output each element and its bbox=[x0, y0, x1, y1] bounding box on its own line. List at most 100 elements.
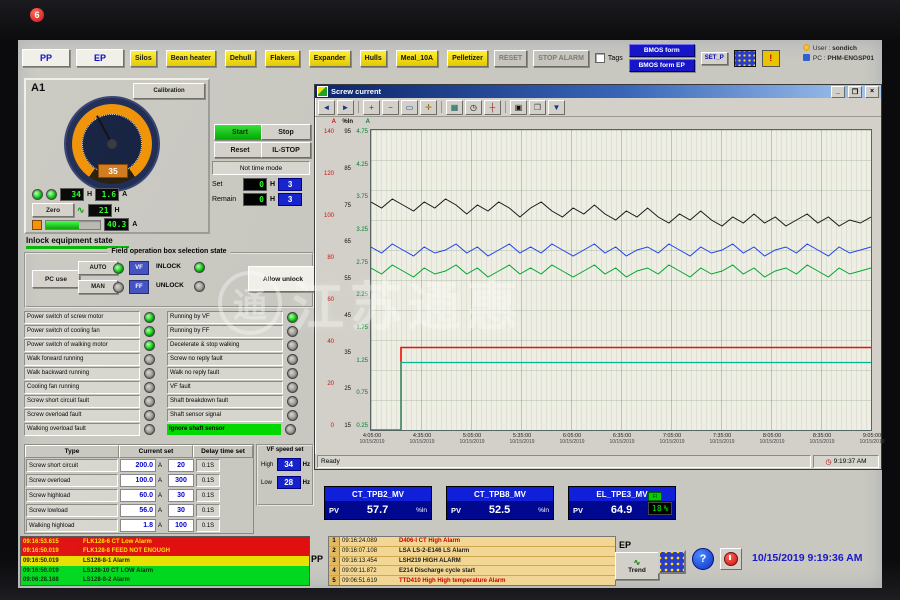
delay-set-field[interactable]: 30 bbox=[168, 504, 194, 517]
status-led bbox=[285, 424, 296, 435]
set-label: Set bbox=[212, 181, 240, 188]
ff-chip[interactable]: FF bbox=[129, 280, 149, 294]
zoom-out-icon[interactable]: − bbox=[382, 100, 399, 115]
grid-icon[interactable]: ▦ bbox=[446, 100, 463, 115]
nav-button-flakers[interactable]: Flakers bbox=[265, 50, 300, 67]
delay-unit-field: 0.1S bbox=[196, 504, 220, 517]
close-icon[interactable]: × bbox=[865, 86, 879, 98]
pc-use-button[interactable]: PC use bbox=[32, 270, 80, 288]
alarm-row[interactable]: 509:06:51.619TTD410 High High temperatur… bbox=[329, 576, 615, 585]
load-slider[interactable] bbox=[45, 220, 101, 230]
set-p-button[interactable]: SET_P bbox=[701, 52, 728, 65]
alarm-row[interactable]: 09:06:28.188LS128-8-2 Alarm bbox=[21, 575, 309, 585]
zoom-box-icon[interactable]: ▭ bbox=[401, 100, 418, 115]
trend-titlebar[interactable]: Screw current _ ❐ × bbox=[315, 85, 881, 98]
bmos-form-ep-button[interactable]: BMOS form EP bbox=[629, 59, 695, 72]
tags-checkbox[interactable] bbox=[595, 53, 605, 63]
stop-alarm-button[interactable]: STOP ALARM bbox=[533, 50, 589, 67]
alarm-list-ep[interactable]: 109:16:24.089D406-I CT High Alarm209:16:… bbox=[328, 536, 616, 586]
power-button[interactable] bbox=[720, 548, 742, 570]
pan-icon[interactable]: ✛ bbox=[420, 100, 437, 115]
x-axis-label: 4:05:0010/15/2019 bbox=[350, 433, 394, 445]
time-range-icon[interactable]: ◷ bbox=[465, 100, 482, 115]
keypad-icon[interactable] bbox=[734, 50, 756, 67]
man-button[interactable]: MAN bbox=[78, 280, 118, 294]
current-unit: A bbox=[158, 478, 166, 484]
pp-nav-button[interactable]: PP bbox=[22, 49, 70, 67]
ignore-shaft-sensor-button[interactable]: Ignore shaft sensor bbox=[167, 424, 281, 435]
limits-table: Type Current set Delay time set Screw sh… bbox=[24, 444, 254, 534]
stop-button[interactable]: Stop bbox=[261, 124, 311, 140]
current-set-field[interactable]: 60.0 bbox=[120, 489, 156, 502]
vf-high-field[interactable]: 34 bbox=[277, 458, 301, 471]
pv-label: PV bbox=[573, 506, 583, 515]
alarm-row[interactable]: 109:16:24.089D406-I CT High Alarm bbox=[329, 537, 615, 547]
set-minutes-field[interactable]: 3 bbox=[278, 178, 302, 191]
delay-set-field[interactable]: 30 bbox=[168, 489, 194, 502]
alarm-row[interactable]: 09:16:50.019LS128-8-1 Alarm bbox=[21, 556, 309, 566]
calibration-button[interactable]: Calibration bbox=[133, 83, 205, 99]
minimize-icon[interactable]: _ bbox=[831, 86, 845, 98]
help-icon[interactable]: ? bbox=[692, 548, 714, 570]
maximize-icon[interactable]: ❐ bbox=[848, 86, 862, 98]
set-hours-field[interactable]: 0 bbox=[243, 178, 267, 191]
axis-tick: 1.75 bbox=[356, 325, 368, 331]
status-row: Walk forward runningScrew no reply fault bbox=[24, 352, 312, 366]
status-label: Power switch of cooling fan bbox=[24, 325, 140, 338]
current-set-field[interactable]: 100.0 bbox=[120, 474, 156, 487]
cursor-icon[interactable]: ┼ bbox=[484, 100, 501, 115]
auto-button[interactable]: AUTO bbox=[78, 261, 118, 275]
nav-button-meal-10a[interactable]: Meal_10A bbox=[396, 50, 438, 67]
alarm-list-pp[interactable]: 09:16:53.615FLK128-6 CT Low Alarm09:16:5… bbox=[20, 536, 310, 586]
reset-button[interactable]: Reset bbox=[214, 142, 266, 158]
screen: PP EP Silos Bean heater Dehull Flakers Expan… bbox=[18, 40, 882, 588]
nav-button-pelletizer[interactable]: Pelletizer bbox=[447, 50, 488, 67]
alarm-row[interactable]: 09:16:53.615FLK128-6 CT Low Alarm bbox=[21, 537, 309, 547]
scroll-left-icon[interactable]: ◄ bbox=[318, 100, 335, 115]
zero-button[interactable]: Zero bbox=[32, 203, 74, 217]
pv-value: 57.7 bbox=[342, 504, 413, 516]
nav-button-expander[interactable]: Expander bbox=[309, 50, 351, 67]
reset-toolbar-button[interactable]: RESET bbox=[494, 50, 527, 67]
alarm-row[interactable]: 209:16:07.108LSA LS-2-E146 LS Alarm bbox=[329, 547, 615, 557]
print-icon[interactable]: ▣ bbox=[510, 100, 527, 115]
alarm-number: 1 bbox=[329, 537, 340, 546]
nav-button-dehull[interactable]: Dehull bbox=[225, 50, 256, 67]
nav-button-bean-heater[interactable]: Bean heater bbox=[166, 50, 216, 67]
alarm-row[interactable]: 09:16:50.019LS128-10 CT LOW Alarm bbox=[21, 566, 309, 576]
current-set-field[interactable]: 56.0 bbox=[120, 504, 156, 517]
time-mode-display: Not time mode bbox=[212, 161, 310, 175]
pv-body: PV57.7%ln bbox=[325, 501, 431, 519]
allow-unlock-button[interactable]: Allow unlock bbox=[248, 266, 318, 292]
delay-set-field[interactable]: 300 bbox=[168, 474, 194, 487]
trend-plot[interactable] bbox=[370, 129, 872, 431]
x-date: 10/15/2019 bbox=[400, 439, 444, 445]
current-set-field[interactable]: 200.0 bbox=[120, 459, 156, 472]
alarm-icon[interactable]: ! bbox=[762, 50, 780, 67]
x-date: 10/15/2019 bbox=[650, 439, 694, 445]
vf-low-field[interactable]: 28 bbox=[277, 476, 301, 489]
current-set-field[interactable]: 1.8 bbox=[120, 519, 156, 532]
axis-tick: 0 bbox=[331, 423, 334, 429]
alarm-row[interactable]: 309:16:13.454LSH219 HIGH ALARM bbox=[329, 557, 615, 567]
keypad-launcher-icon[interactable] bbox=[658, 550, 686, 574]
ep-nav-button[interactable]: EP bbox=[76, 49, 124, 67]
il-stop-button[interactable]: IL-STOP bbox=[261, 142, 311, 158]
trend-button[interactable]: ∿ Trend bbox=[615, 552, 659, 580]
freq-unit: H bbox=[87, 191, 92, 198]
nav-buttons: Silos Bean heater Dehull Flakers Expander Hul… bbox=[130, 50, 488, 67]
alarm-row[interactable]: 409:09:11.872E214 Discharge cycle start bbox=[329, 566, 615, 576]
nav-button-hulls[interactable]: Hulls bbox=[360, 50, 387, 67]
delay-set-field[interactable]: 20 bbox=[168, 459, 194, 472]
scroll-right-icon[interactable]: ► bbox=[337, 100, 354, 115]
save-icon[interactable]: ▼ bbox=[548, 100, 565, 115]
zoom-in-icon[interactable]: + bbox=[363, 100, 380, 115]
alarm-row[interactable]: 09:16:50.019FLK128-8 FEED NOT ENOUGH bbox=[21, 547, 309, 557]
start-button[interactable]: Start bbox=[214, 124, 266, 140]
delay-set-field[interactable]: 100 bbox=[168, 519, 194, 532]
nav-button-silos[interactable]: Silos bbox=[130, 50, 157, 67]
status-cell-right: Running by VF bbox=[167, 311, 310, 324]
bmos-form-button[interactable]: BMOS form bbox=[629, 44, 695, 57]
vf-chip[interactable]: VF bbox=[129, 261, 149, 275]
copy-icon[interactable]: ❐ bbox=[529, 100, 546, 115]
